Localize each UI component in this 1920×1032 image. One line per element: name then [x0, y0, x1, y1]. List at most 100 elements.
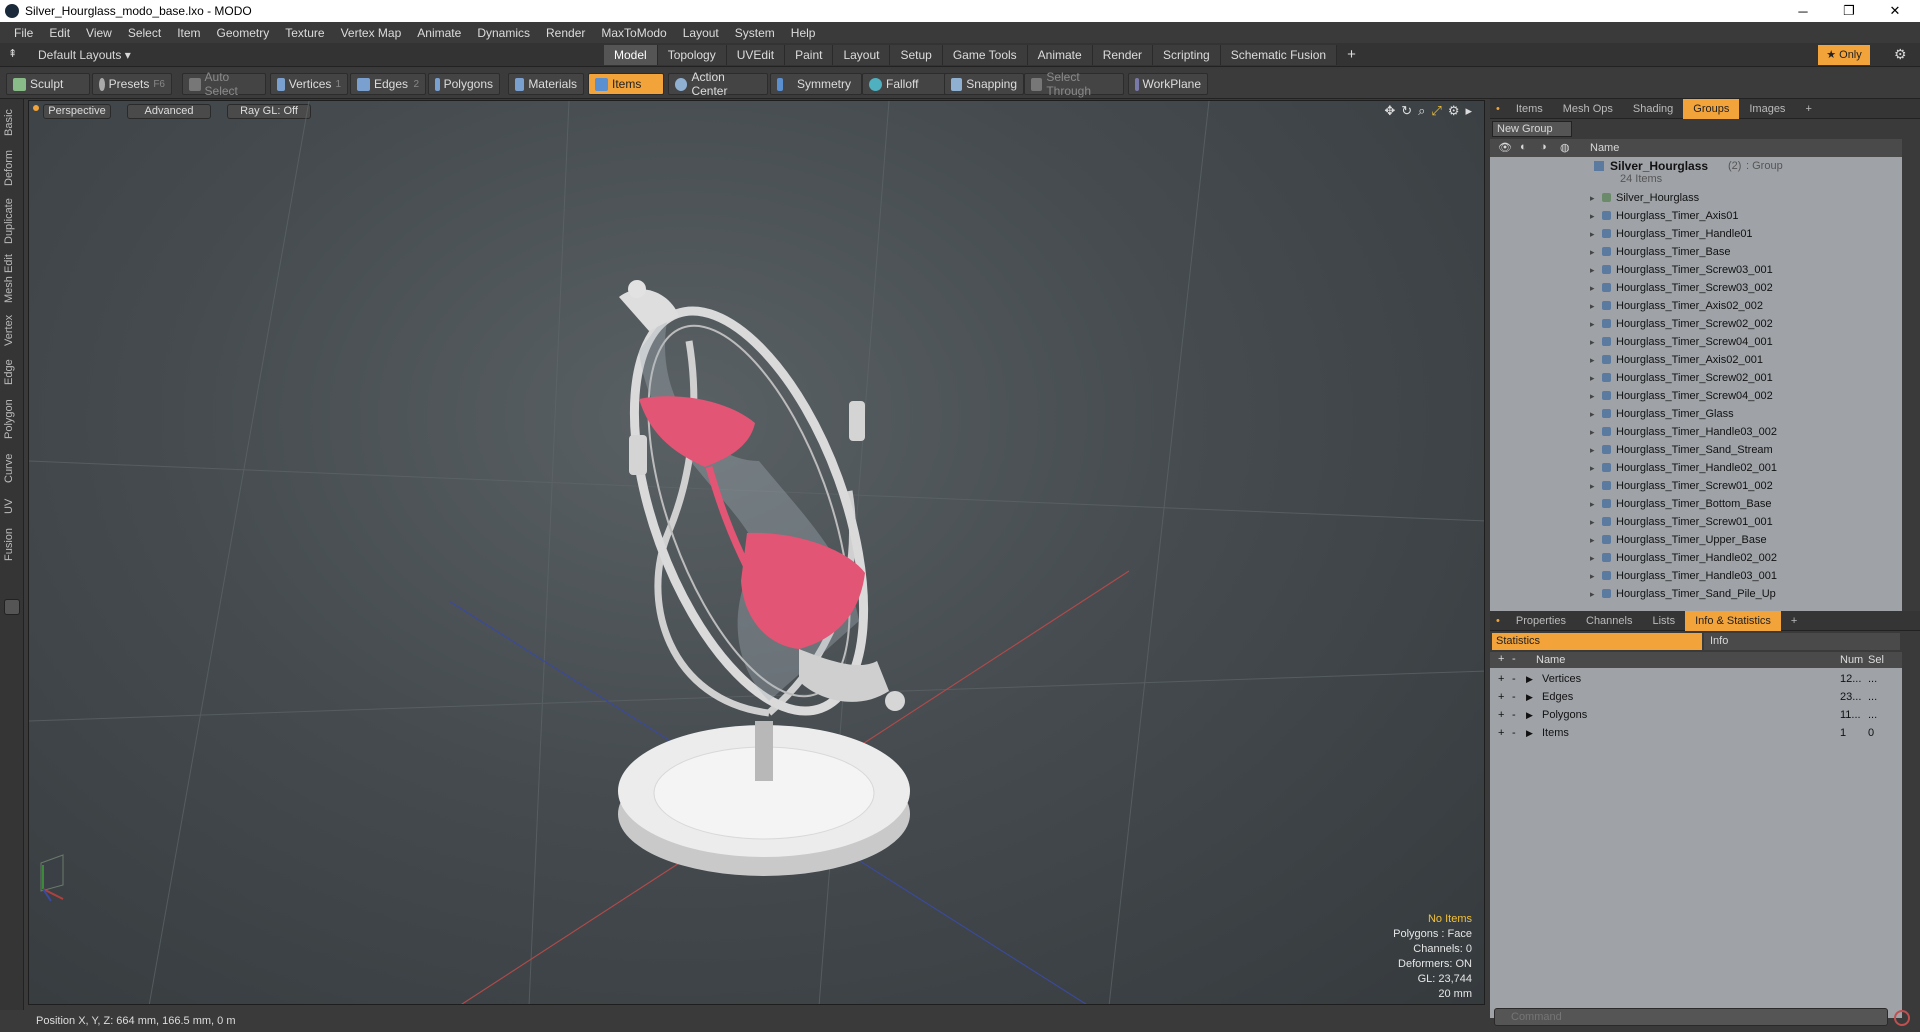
menu-animate[interactable]: Animate — [409, 26, 469, 40]
tab-paint[interactable]: Paint — [785, 45, 834, 65]
gear-icon[interactable]: ⚙ — [1894, 46, 1907, 63]
menu-texture[interactable]: Texture — [277, 26, 332, 40]
expand-arrow-icon[interactable]: ▶ — [1526, 674, 1533, 685]
collapse-all-icon[interactable]: - — [1512, 653, 1516, 665]
group-row[interactable]: Silver_Hourglass (2) : Group 24 Items — [1490, 159, 1902, 185]
menu-render[interactable]: Render — [538, 26, 593, 40]
minimize-button[interactable]: ─ — [1780, 0, 1826, 22]
group-item-row[interactable]: ▸ Hourglass_Timer_Sand_Pile_Up — [1490, 585, 1902, 603]
expand-arrow-icon[interactable]: ▸ — [1590, 409, 1595, 420]
expand-arrow-icon[interactable]: ▸ — [1590, 211, 1595, 222]
left-tab-deform[interactable]: Deform — [3, 147, 21, 189]
group-item-row[interactable]: ▸ Hourglass_Timer_Bottom_Base — [1490, 495, 1902, 513]
command-record-icon[interactable] — [1894, 1010, 1910, 1026]
panel-menu-dot-2[interactable]: • — [1490, 611, 1506, 631]
group-item-row[interactable]: ▸ Hourglass_Timer_Handle01 — [1490, 225, 1902, 243]
stat-row-items[interactable]: + - ▶ Items 1 0 — [1490, 724, 1902, 742]
select-column-icon[interactable]: ◍ — [1560, 141, 1570, 154]
group-item-row[interactable]: ▸ Hourglass_Timer_Screw03_001 — [1490, 261, 1902, 279]
left-tab-duplicate[interactable]: Duplicate — [3, 195, 21, 247]
tab-channels[interactable]: Channels — [1576, 611, 1642, 631]
edges-button[interactable]: Edges 2 — [350, 73, 426, 95]
visibility-column-icon[interactable]: 👁 — [1498, 141, 1512, 154]
expand-arrow-icon[interactable]: ▸ — [1590, 463, 1595, 474]
layout-collapse-icon[interactable]: ⇞ — [8, 47, 17, 60]
materials-button[interactable]: Materials — [508, 73, 584, 95]
tab-layout[interactable]: Layout — [833, 45, 891, 65]
left-tab-uv[interactable]: UV — [3, 493, 21, 519]
left-tab-fusion[interactable]: Fusion — [3, 525, 21, 563]
layout-selector[interactable]: Default Layouts ▾ — [38, 48, 131, 62]
subtab-statistics[interactable]: Statistics — [1492, 633, 1702, 650]
group-item-row[interactable]: ▸ Hourglass_Timer_Screw04_002 — [1490, 387, 1902, 405]
command-input[interactable] — [1494, 1008, 1888, 1026]
sculpt-button[interactable]: Sculpt — [6, 73, 90, 95]
expand-arrow-icon[interactable]: ▸ — [1590, 481, 1595, 492]
group-item-row[interactable]: ▸ Hourglass_Timer_Screw02_001 — [1490, 369, 1902, 387]
menu-vertex-map[interactable]: Vertex Map — [333, 26, 410, 40]
stat-row-polygons[interactable]: + - ▶ Polygons 11...... — [1490, 706, 1902, 724]
menu-file[interactable]: File — [6, 26, 41, 40]
tab-schematic-fusion[interactable]: Schematic Fusion — [1220, 45, 1338, 65]
tab-mesh-ops[interactable]: Mesh Ops — [1553, 99, 1623, 119]
group-item-row[interactable]: ▸ Hourglass_Timer_Axis02_001 — [1490, 351, 1902, 369]
left-tab-polygon[interactable]: Polygon — [3, 395, 21, 443]
expand-arrow-icon[interactable]: ▸ — [1590, 427, 1595, 438]
tab-lists[interactable]: Lists — [1642, 611, 1685, 631]
group-item-row[interactable]: ▸ Hourglass_Timer_Base — [1490, 243, 1902, 261]
expand-arrow-icon[interactable]: ▶ — [1526, 728, 1533, 739]
expand-arrow-icon[interactable]: ▸ — [1590, 319, 1595, 330]
expand-arrow-icon[interactable]: ▸ — [1590, 337, 1595, 348]
items-button[interactable]: Items — [588, 73, 664, 95]
group-item-row[interactable]: ▸ Hourglass_Timer_Screw01_002 — [1490, 477, 1902, 495]
workplane-button[interactable]: WorkPlane — [1128, 73, 1208, 95]
vertices-button[interactable]: Vertices 1 — [270, 73, 348, 95]
tab-render[interactable]: Render — [1092, 45, 1154, 65]
menu-layout[interactable]: Layout — [675, 26, 727, 40]
left-panel-toggle[interactable] — [4, 599, 20, 615]
stat-name-header[interactable]: Name — [1536, 654, 1565, 666]
tab-scripting[interactable]: Scripting — [1153, 45, 1221, 65]
name-column-header[interactable]: Name — [1590, 142, 1619, 154]
menu-view[interactable]: View — [78, 26, 120, 40]
stat-num-header[interactable]: Num — [1840, 654, 1863, 666]
only-button[interactable]: ★ Only — [1818, 45, 1870, 65]
menu-item[interactable]: Item — [169, 26, 208, 40]
menu-edit[interactable]: Edit — [41, 26, 78, 40]
expand-arrow-icon[interactable]: ▸ — [1590, 553, 1595, 564]
group-item-row[interactable]: ▸ Hourglass_Timer_Screw04_001 — [1490, 333, 1902, 351]
falloff-button[interactable]: Falloff — [862, 73, 950, 95]
action-center-button[interactable]: Action Center — [668, 70, 768, 98]
group-item-row[interactable]: ▸ Hourglass_Timer_Handle03_002 — [1490, 423, 1902, 441]
group-item-row[interactable]: ▸ Hourglass_Timer_Axis01 — [1490, 207, 1902, 225]
tab-model[interactable]: Model — [604, 45, 658, 65]
tab-properties[interactable]: Properties — [1506, 611, 1576, 631]
tab-setup[interactable]: Setup — [890, 45, 943, 65]
subtab-info[interactable]: Info — [1704, 633, 1900, 650]
add-panel-tab-button-2[interactable]: + — [1781, 611, 1807, 631]
tab-topology[interactable]: Topology — [657, 45, 727, 65]
render-column-icon[interactable]: ◑ — [1540, 141, 1547, 153]
menu-maxtomodo[interactable]: MaxToModo — [593, 26, 674, 40]
tab-animate[interactable]: Animate — [1027, 45, 1093, 65]
expand-arrow-icon[interactable]: ▸ — [1590, 373, 1595, 384]
add-tab-button[interactable]: + — [1337, 45, 1366, 65]
menu-geometry[interactable]: Geometry — [209, 26, 278, 40]
group-item-row[interactable]: ▸ Hourglass_Timer_Handle02_002 — [1490, 549, 1902, 567]
symmetry-button[interactable]: Symmetry — [770, 73, 862, 95]
group-item-row[interactable]: ▸ Hourglass_Timer_Axis02_002 — [1490, 297, 1902, 315]
expand-arrow-icon[interactable]: ▸ — [1590, 499, 1595, 510]
tab-game-tools[interactable]: Game Tools — [942, 45, 1028, 65]
expand-arrow-icon[interactable]: ▸ — [1590, 265, 1595, 276]
add-panel-tab-button[interactable]: + — [1795, 99, 1821, 119]
group-item-row[interactable]: ▸ Hourglass_Timer_Handle03_001 — [1490, 567, 1902, 585]
tab-info-statistics[interactable]: Info & Statistics — [1685, 610, 1781, 631]
group-item-row[interactable]: ▸ Hourglass_Timer_Screw01_001 — [1490, 513, 1902, 531]
group-item-row[interactable]: ▸ Hourglass_Timer_Glass — [1490, 405, 1902, 423]
group-item-row[interactable]: ▸ Hourglass_Timer_Handle02_001 — [1490, 459, 1902, 477]
panel-menu-dot[interactable]: • — [1490, 99, 1506, 119]
group-item-row[interactable]: ▸ Silver_Hourglass — [1490, 189, 1902, 207]
stat-row-vertices[interactable]: + - ▶ Vertices 12...... — [1490, 670, 1902, 688]
tab-groups[interactable]: Groups — [1683, 98, 1740, 119]
left-tab-curve[interactable]: Curve — [3, 449, 21, 487]
